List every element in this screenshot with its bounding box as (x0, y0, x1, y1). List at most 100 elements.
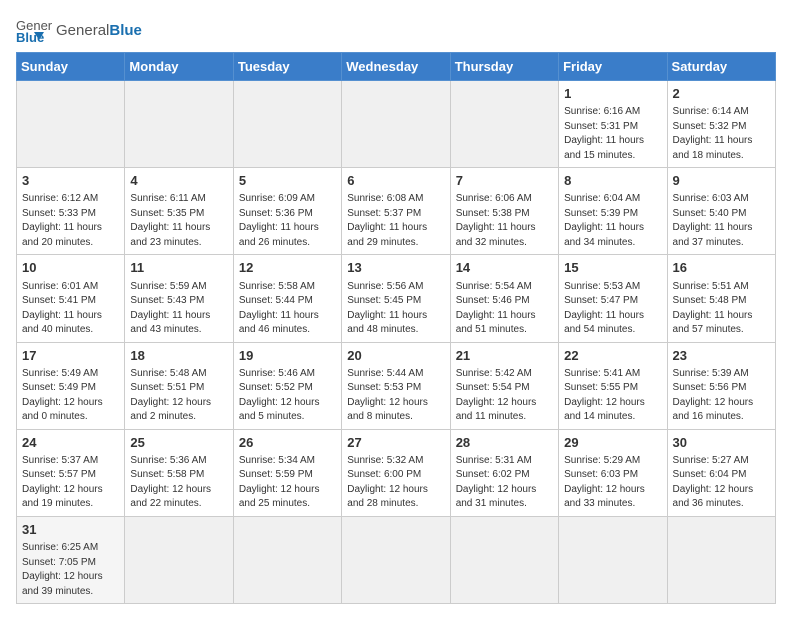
day-number: 9 (673, 172, 770, 190)
calendar-day-cell: 23 Sunrise: 5:39 AM Sunset: 5:56 PM Dayli… (667, 342, 775, 429)
weekday-header-cell: Monday (125, 53, 233, 81)
calendar-day-cell (342, 81, 450, 168)
day-info: Sunrise: 5:34 AM Sunset: 5:59 PM Dayligh… (239, 454, 336, 512)
day-number: 15 (564, 259, 661, 277)
day-number: 24 (22, 434, 119, 452)
day-number: 1 (564, 85, 661, 103)
calendar-day-cell: 18 Sunrise: 5:48 AM Sunset: 5:51 PM Dayli… (125, 342, 233, 429)
calendar-day-cell: 1 Sunrise: 6:16 AM Sunset: 5:31 PM Daylig… (559, 81, 667, 168)
calendar-day-cell: 20 Sunrise: 5:44 AM Sunset: 5:53 PM Dayli… (342, 342, 450, 429)
day-number: 28 (456, 434, 553, 452)
calendar-body: 1 Sunrise: 6:16 AM Sunset: 5:31 PM Daylig… (17, 81, 776, 604)
calendar-day-cell: 16Sunrise: 5:51 AM Sunset: 5:48 PM Dayli… (667, 255, 775, 342)
day-number: 13 (347, 259, 444, 277)
day-info: Sunrise: 5:31 AM Sunset: 6:02 PM Dayligh… (456, 454, 553, 512)
calendar-day-cell: 10 Sunrise: 6:01 AM Sunset: 5:41 PM Dayli… (17, 255, 125, 342)
day-info: Sunrise: 6:01 AM Sunset: 5:41 PM Dayligh… (22, 280, 119, 338)
calendar-day-cell: 14Sunrise: 5:54 AM Sunset: 5:46 PM Dayli… (450, 255, 558, 342)
calendar-day-cell: 30Sunrise: 5:27 AM Sunset: 6:04 PM Dayli… (667, 429, 775, 516)
calendar-day-cell: 25Sunrise: 5:36 AM Sunset: 5:58 PM Dayli… (125, 429, 233, 516)
calendar-day-cell: 24Sunrise: 5:37 AM Sunset: 5:57 PM Dayli… (17, 429, 125, 516)
calendar-week-row: 17 Sunrise: 5:49 AM Sunset: 5:49 PM Dayli… (17, 342, 776, 429)
calendar-week-row: 24Sunrise: 5:37 AM Sunset: 5:57 PM Dayli… (17, 429, 776, 516)
calendar-day-cell: 29Sunrise: 5:29 AM Sunset: 6:03 PM Dayli… (559, 429, 667, 516)
day-number: 16 (673, 259, 770, 277)
calendar-day-cell: 7Sunrise: 6:06 AM Sunset: 5:38 PM Daylig… (450, 168, 558, 255)
day-info: Sunrise: 5:42 AM Sunset: 5:54 PM Dayligh… (456, 367, 553, 425)
weekday-header-cell: Sunday (17, 53, 125, 81)
day-info: Sunrise: 6:11 AM Sunset: 5:35 PM Dayligh… (130, 192, 227, 250)
calendar-day-cell: 31Sunrise: 6:25 AM Sunset: 7:05 PM Dayli… (17, 516, 125, 603)
day-number: 20 (347, 347, 444, 365)
day-info: Sunrise: 6:12 AM Sunset: 5:33 PM Dayligh… (22, 192, 119, 250)
svg-text:Blue: Blue (16, 30, 44, 44)
day-number: 2 (673, 85, 770, 103)
calendar-day-cell: 21 Sunrise: 5:42 AM Sunset: 5:54 PM Dayli… (450, 342, 558, 429)
day-info: Sunrise: 6:14 AM Sunset: 5:32 PM Dayligh… (673, 105, 770, 163)
day-number: 8 (564, 172, 661, 190)
day-info: Sunrise: 5:44 AM Sunset: 5:53 PM Dayligh… (347, 367, 444, 425)
day-number: 4 (130, 172, 227, 190)
day-number: 11 (130, 259, 227, 277)
day-info: Sunrise: 6:25 AM Sunset: 7:05 PM Dayligh… (22, 541, 119, 599)
weekday-header-cell: Friday (559, 53, 667, 81)
day-info: Sunrise: 6:16 AM Sunset: 5:31 PM Dayligh… (564, 105, 661, 163)
day-number: 21 (456, 347, 553, 365)
day-info: Sunrise: 5:48 AM Sunset: 5:51 PM Dayligh… (130, 367, 227, 425)
day-number: 6 (347, 172, 444, 190)
day-info: Sunrise: 5:41 AM Sunset: 5:55 PM Dayligh… (564, 367, 661, 425)
day-number: 5 (239, 172, 336, 190)
weekday-header-cell: Tuesday (233, 53, 341, 81)
logo: General Blue GeneralBlue (16, 16, 142, 44)
calendar-day-cell (233, 81, 341, 168)
calendar-day-cell: 22Sunrise: 5:41 AM Sunset: 5:55 PM Dayli… (559, 342, 667, 429)
weekday-header-row: SundayMondayTuesdayWednesdayThursdayFrid… (17, 53, 776, 81)
generalblue-logo-icon: General Blue (16, 16, 52, 44)
calendar-day-cell: 13 Sunrise: 5:56 AM Sunset: 5:45 PM Dayli… (342, 255, 450, 342)
calendar-day-cell: 9Sunrise: 6:03 AM Sunset: 5:40 PM Daylig… (667, 168, 775, 255)
calendar-day-cell: 4 Sunrise: 6:11 AM Sunset: 5:35 PM Daylig… (125, 168, 233, 255)
calendar-week-row: 3 Sunrise: 6:12 AM Sunset: 5:33 PM Daylig… (17, 168, 776, 255)
day-number: 17 (22, 347, 119, 365)
calendar-day-cell (667, 516, 775, 603)
calendar-day-cell: 8Sunrise: 6:04 AM Sunset: 5:39 PM Daylig… (559, 168, 667, 255)
calendar-day-cell: 19 Sunrise: 5:46 AM Sunset: 5:52 PM Dayli… (233, 342, 341, 429)
day-info: Sunrise: 6:08 AM Sunset: 5:37 PM Dayligh… (347, 192, 444, 250)
calendar-day-cell (125, 81, 233, 168)
day-info: Sunrise: 5:53 AM Sunset: 5:47 PM Dayligh… (564, 280, 661, 338)
calendar-day-cell: 28 Sunrise: 5:31 AM Sunset: 6:02 PM Dayli… (450, 429, 558, 516)
calendar-day-cell: 12Sunrise: 5:58 AM Sunset: 5:44 PM Dayli… (233, 255, 341, 342)
day-number: 30 (673, 434, 770, 452)
calendar-day-cell: 15 Sunrise: 5:53 AM Sunset: 5:47 PM Dayli… (559, 255, 667, 342)
calendar-week-row: 1 Sunrise: 6:16 AM Sunset: 5:31 PM Daylig… (17, 81, 776, 168)
day-number: 19 (239, 347, 336, 365)
day-number: 14 (456, 259, 553, 277)
day-number: 12 (239, 259, 336, 277)
day-number: 3 (22, 172, 119, 190)
day-info: Sunrise: 5:39 AM Sunset: 5:56 PM Dayligh… (673, 367, 770, 425)
calendar-day-cell (559, 516, 667, 603)
day-number: 25 (130, 434, 227, 452)
calendar-day-cell (450, 81, 558, 168)
calendar-day-cell: 2 Sunrise: 6:14 AM Sunset: 5:32 PM Daylig… (667, 81, 775, 168)
day-info: Sunrise: 5:49 AM Sunset: 5:49 PM Dayligh… (22, 367, 119, 425)
day-number: 10 (22, 259, 119, 277)
day-info: Sunrise: 5:56 AM Sunset: 5:45 PM Dayligh… (347, 280, 444, 338)
day-number: 7 (456, 172, 553, 190)
calendar-day-cell: 26Sunrise: 5:34 AM Sunset: 5:59 PM Dayli… (233, 429, 341, 516)
calendar-table: SundayMondayTuesdayWednesdayThursdayFrid… (16, 52, 776, 604)
day-number: 29 (564, 434, 661, 452)
header: General Blue GeneralBlue (16, 16, 776, 44)
calendar-day-cell (17, 81, 125, 168)
day-info: Sunrise: 5:59 AM Sunset: 5:43 PM Dayligh… (130, 280, 227, 338)
day-number: 23 (673, 347, 770, 365)
day-number: 18 (130, 347, 227, 365)
calendar-day-cell: 5 Sunrise: 6:09 AM Sunset: 5:36 PM Daylig… (233, 168, 341, 255)
day-info: Sunrise: 5:46 AM Sunset: 5:52 PM Dayligh… (239, 367, 336, 425)
calendar-day-cell: 11 Sunrise: 5:59 AM Sunset: 5:43 PM Dayli… (125, 255, 233, 342)
calendar-week-row: 31Sunrise: 6:25 AM Sunset: 7:05 PM Dayli… (17, 516, 776, 603)
day-info: Sunrise: 5:32 AM Sunset: 6:00 PM Dayligh… (347, 454, 444, 512)
calendar-day-cell: 17 Sunrise: 5:49 AM Sunset: 5:49 PM Dayli… (17, 342, 125, 429)
calendar-day-cell: 27Sunrise: 5:32 AM Sunset: 6:00 PM Dayli… (342, 429, 450, 516)
day-info: Sunrise: 6:09 AM Sunset: 5:36 PM Dayligh… (239, 192, 336, 250)
